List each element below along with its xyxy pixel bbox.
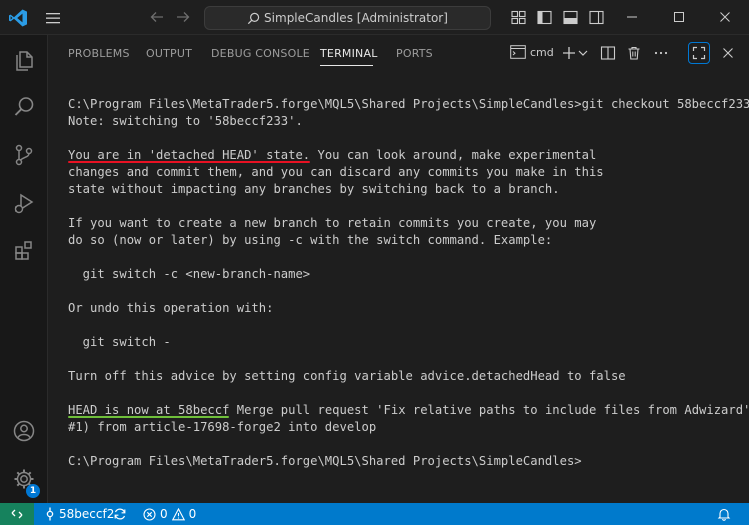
vscode-logo-icon <box>9 9 27 27</box>
warning-count: 0 <box>188 507 197 521</box>
terminal-output[interactable]: C:\Program Files\MetaTrader5.forge\MQL5\… <box>48 71 749 503</box>
branch-name: 58beccf2 <box>59 507 115 521</box>
terminal-profile-label: cmd <box>530 45 554 59</box>
activity-explorer[interactable] <box>0 35 48 83</box>
settings-update-badge: 1 <box>26 484 40 498</box>
bell-icon <box>717 508 731 521</box>
bottom-panel: PROBLEMS OUTPUT DEBUG CONSOLE TERMINAL P… <box>48 35 749 503</box>
search-icon <box>247 12 260 24</box>
tab-output[interactable]: OUTPUT <box>146 47 192 60</box>
maximize-button[interactable] <box>664 6 694 28</box>
maximize-icon <box>674 12 684 22</box>
close-icon <box>720 12 730 22</box>
files-icon <box>16 51 33 71</box>
error-count: 0 <box>160 507 168 521</box>
terminal-line: Note: switching to '58beccf233'. <box>68 114 303 128</box>
search-icon <box>14 97 34 116</box>
activity-accounts[interactable] <box>0 407 48 455</box>
extensions-icon <box>15 241 32 260</box>
close-button[interactable] <box>710 6 740 28</box>
tab-debug-console[interactable]: DEBUG CONSOLE <box>211 47 310 60</box>
activity-run-debug[interactable] <box>0 179 48 227</box>
branch-indicator[interactable]: 58beccf2 <box>45 503 114 525</box>
status-bar: 58beccf2 0 0 <box>0 503 749 525</box>
terminal-line: If you want to create a new branch to re… <box>68 216 597 230</box>
command-center-search[interactable]: SimpleCandles [Administrator] <box>204 6 491 30</box>
git-commit-icon <box>46 507 54 521</box>
sync-icon <box>114 508 126 520</box>
sync-button[interactable] <box>113 503 127 525</box>
search-title-text: SimpleCandles [Administrator] <box>264 11 448 25</box>
terminal-line: git switch - <box>68 335 171 349</box>
terminal-line: changes and commit them, and you can dis… <box>68 165 604 179</box>
activity-manage[interactable]: 1 <box>0 455 48 503</box>
terminal-line: #1) from article-17698-forge2 into devel… <box>68 420 377 434</box>
kill-terminal-trash-icon[interactable] <box>626 45 642 61</box>
problems-indicator[interactable]: 0 0 <box>143 503 196 525</box>
toggle-secondary-sidebar-icon[interactable] <box>588 9 605 26</box>
toggle-primary-sidebar-icon[interactable] <box>536 9 553 26</box>
maximize-panel-icon <box>692 46 706 60</box>
terminal-line: Or undo this operation with: <box>68 301 274 315</box>
remote-indicator-button[interactable] <box>0 503 34 525</box>
more-actions-icon[interactable] <box>653 45 669 61</box>
terminal-line: C:\Program Files\MetaTrader5.forge\MQL5\… <box>68 97 749 111</box>
activity-search[interactable] <box>0 83 48 131</box>
head-now-rest-text: Merge pull request 'Fix relative paths t… <box>229 403 749 417</box>
terminal-line: state without impacting any branches by … <box>68 182 560 196</box>
forward-arrow-icon[interactable] <box>175 9 191 25</box>
split-terminal-icon[interactable] <box>600 45 616 61</box>
active-tab-indicator <box>320 65 373 66</box>
menu-icon[interactable] <box>44 9 62 27</box>
toggle-panel-icon[interactable] <box>562 9 579 26</box>
source-control-icon <box>15 144 33 166</box>
terminal-cmd-icon <box>510 45 526 59</box>
account-icon <box>13 420 35 442</box>
maximize-panel-button[interactable] <box>688 42 710 64</box>
run-debug-icon <box>14 193 34 214</box>
chevron-down-icon[interactable] <box>577 45 589 61</box>
terminal-line: Turn off this advice by setting config v… <box>68 369 626 383</box>
head-now-underlined-text: HEAD is now at 58beccf <box>68 403 230 417</box>
activity-bar: 1 <box>0 35 48 503</box>
tab-terminal[interactable]: TERMINAL <box>320 47 378 60</box>
customize-layout-icon[interactable] <box>510 9 527 26</box>
activity-source-control[interactable] <box>0 131 48 179</box>
tab-problems[interactable]: PROBLEMS <box>68 47 130 60</box>
terminal-line-detached-head: You are in 'detached HEAD' state. You ca… <box>68 147 596 164</box>
detached-head-rest-text: You can look around, make experimental <box>310 148 597 162</box>
panel-tab-bar: PROBLEMS OUTPUT DEBUG CONSOLE TERMINAL P… <box>48 35 749 71</box>
minimize-icon <box>627 16 637 18</box>
warning-icon <box>171 507 185 520</box>
close-panel-icon[interactable] <box>720 45 736 61</box>
minimize-button[interactable] <box>617 6 647 28</box>
terminal-prompt-line: C:\Program Files\MetaTrader5.forge\MQL5\… <box>68 454 582 468</box>
back-arrow-icon[interactable] <box>149 9 165 25</box>
new-terminal-plus-icon[interactable] <box>561 45 577 61</box>
tab-ports[interactable]: PORTS <box>396 47 433 60</box>
detached-head-underlined-text: You are in 'detached HEAD' state. <box>68 148 311 162</box>
error-icon <box>143 507 156 521</box>
activity-extensions[interactable] <box>0 227 48 275</box>
terminal-line: do so (now or later) by using -c with th… <box>68 233 553 247</box>
terminal-line-head-now: HEAD is now at 58beccf Merge pull reques… <box>68 402 749 419</box>
notifications-button[interactable] <box>717 503 731 525</box>
terminal-profile-selector[interactable]: cmd <box>510 45 554 59</box>
terminal-line: git switch -c <new-branch-name> <box>68 267 311 281</box>
title-bar: SimpleCandles [Administrator] <box>0 0 749 35</box>
remote-icon <box>11 509 23 519</box>
